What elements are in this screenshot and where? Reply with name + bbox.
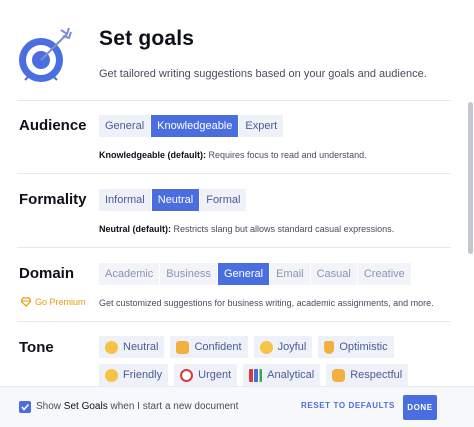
domain-option-casual[interactable]: Casual: [310, 263, 357, 285]
dialog-footer: Show Set Goals when I start a new docume…: [0, 386, 474, 427]
audience-options: General Knowledgeable Expert: [99, 115, 284, 137]
domain-option-business[interactable]: Business: [160, 263, 217, 285]
go-premium-link[interactable]: Go Premium: [21, 297, 86, 307]
hugging-face-icon: [105, 368, 118, 382]
audience-option-general[interactable]: General: [99, 115, 151, 137]
tone-option-joyful[interactable]: Joyful: [253, 336, 313, 358]
smiling-face-icon: [259, 340, 273, 354]
dialog-header: Set goals Get tailored writing suggestio…: [0, 0, 474, 100]
formality-description: Neutral (default): Restricts slang but a…: [99, 224, 395, 234]
domain-option-email[interactable]: Email: [270, 263, 310, 285]
tone-option-urgent[interactable]: Urgent: [174, 364, 238, 386]
domain-option-academic[interactable]: Academic: [99, 263, 160, 285]
alarm-clock-icon: [180, 368, 194, 382]
page-title: Set goals: [99, 27, 195, 50]
show-set-goals-checkbox[interactable]: [19, 401, 31, 413]
reset-to-defaults-button[interactable]: RESET TO DEFAULTS: [301, 401, 395, 410]
tone-option-confident[interactable]: Confident: [170, 336, 248, 358]
checkmark-icon: [21, 403, 30, 411]
page-subtitle: Get tailored writing suggestions based o…: [99, 68, 427, 80]
tone-option-respectful[interactable]: Respectful: [326, 364, 409, 386]
tone-option-analytical[interactable]: Analytical: [243, 364, 321, 386]
formality-option-informal[interactable]: Informal: [99, 189, 151, 211]
divider: [17, 321, 451, 322]
domain-option-general[interactable]: General: [217, 263, 270, 285]
domain-label: Domain: [19, 265, 75, 282]
victory-hand-icon: [324, 340, 335, 354]
tone-label: Tone: [19, 339, 54, 356]
divider: [17, 100, 451, 101]
target-icon: [19, 27, 72, 82]
divider: [17, 247, 451, 248]
tone-option-friendly[interactable]: Friendly: [99, 364, 169, 386]
audience-option-expert[interactable]: Expert: [239, 115, 284, 137]
domain-option-creative[interactable]: Creative: [357, 263, 411, 285]
divider: [17, 173, 451, 174]
formality-label: Formality: [19, 191, 87, 208]
tone-options: Neutral Confident Joyful Optimistic Frie…: [99, 336, 419, 392]
formality-options: Informal Neutral Formal: [99, 189, 247, 211]
audience-label: Audience: [19, 117, 87, 134]
show-set-goals-label: Show Set Goals when I start a new docume…: [36, 401, 239, 412]
formality-option-formal[interactable]: Formal: [200, 189, 247, 211]
tone-option-optimistic[interactable]: Optimistic: [318, 336, 394, 358]
audience-description: Knowledgeable (default): Requires focus …: [99, 150, 367, 160]
audience-option-knowledgeable[interactable]: Knowledgeable: [151, 115, 239, 137]
domain-options: Academic Business General Email Casual C…: [99, 263, 412, 285]
gem-icon: [21, 297, 31, 307]
scrollbar-thumb[interactable]: [468, 102, 473, 254]
bar-chart-icon: [249, 368, 263, 382]
tone-option-neutral[interactable]: Neutral: [99, 336, 165, 358]
handshake-icon: [176, 340, 190, 354]
neutral-face-icon: [105, 340, 118, 354]
raised-hands-icon: [332, 368, 346, 382]
formality-option-neutral[interactable]: Neutral: [151, 189, 200, 211]
done-button[interactable]: DONE: [403, 395, 437, 420]
domain-description: Get customized suggestions for business …: [99, 298, 434, 308]
